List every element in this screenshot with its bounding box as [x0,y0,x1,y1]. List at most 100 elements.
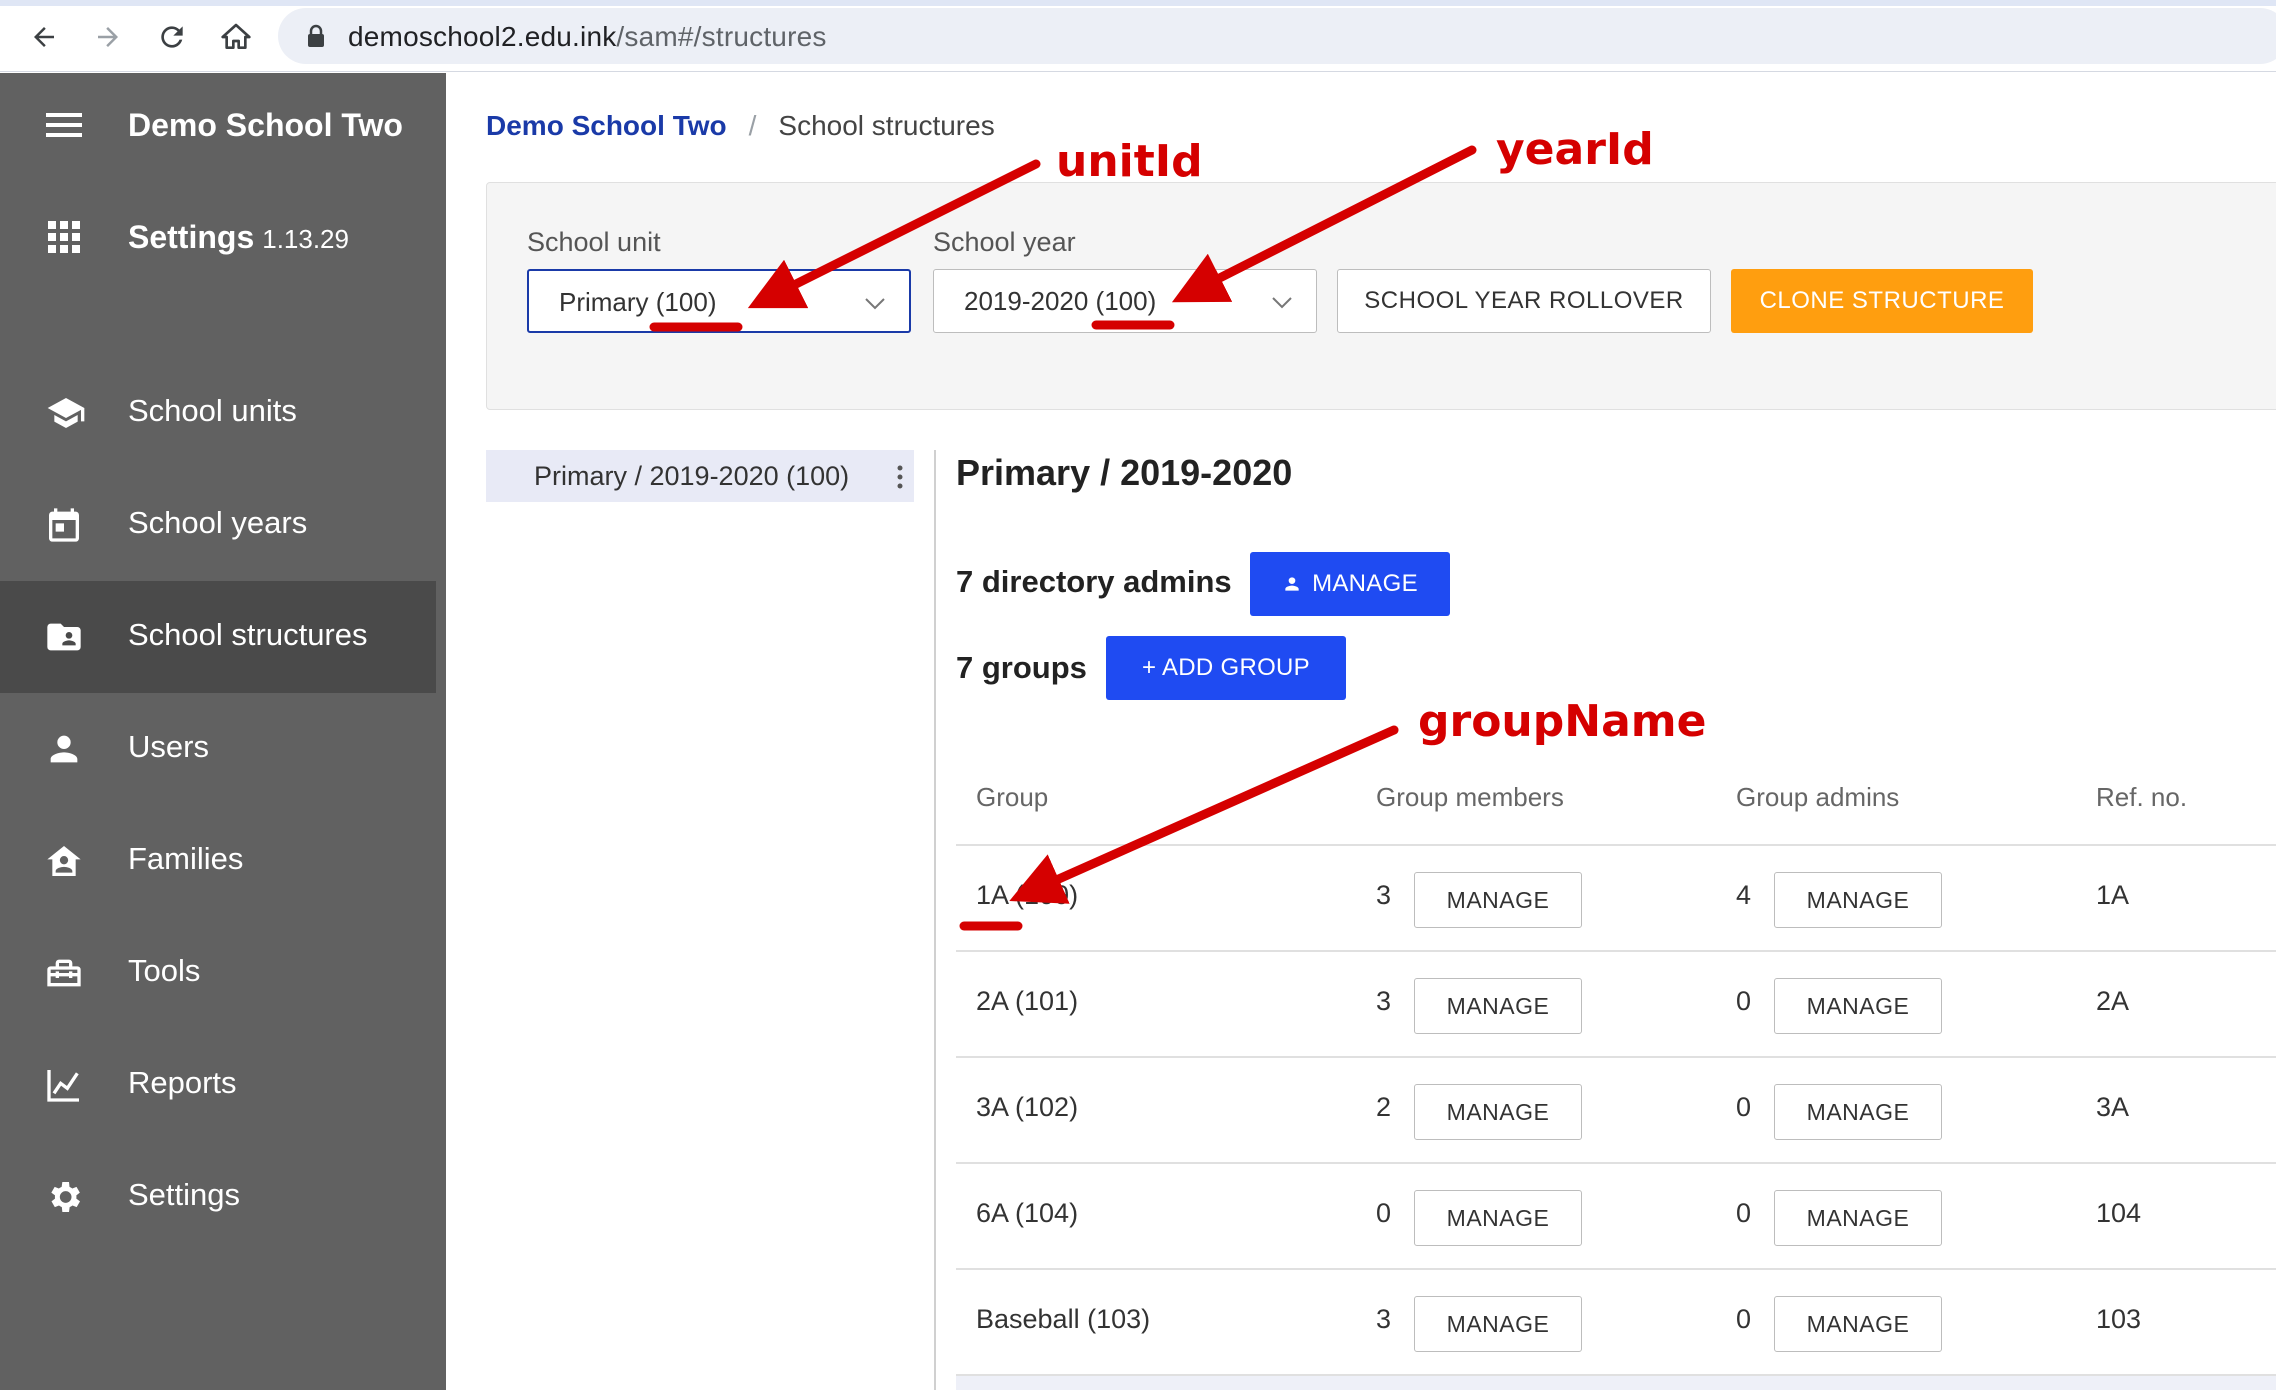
school-year-label: School year [933,227,1076,257]
group-name-cell[interactable]: 1A (100) [976,880,1078,911]
sidebar-item-label: School years [128,505,308,540]
structure-tree-label: Primary / 2019-2020 (100) [534,461,850,491]
add-group-button-label: + ADD GROUP [1141,654,1310,681]
apps-grid-icon [44,217,84,257]
sidebar-item-school-units[interactable]: School units [0,357,436,469]
breadcrumb-home-link[interactable]: Demo School Two [486,110,727,141]
structure-title: Primary / 2019-2020 [956,452,1293,493]
manage-admins-button[interactable]: MANAGE [1774,1084,1942,1140]
toolbox-icon [44,953,84,993]
year-id-annotation: yearId [1496,124,1654,175]
address-bar[interactable]: demoschool2.edu.ink/sam#/structures [278,8,2276,64]
breadcrumb-separator: / [748,110,757,141]
ref-no-cell: 2A [2096,986,2130,1016]
sidebar-item-settings[interactable]: Settings [0,1141,436,1253]
unit-id-annotation: unitId [1056,136,1203,187]
directory-admins-count: 7 directory admins [956,564,1232,599]
url-path: /sam#/structures [616,21,827,52]
sidebar-item-label: School units [128,393,297,428]
school-unit-select[interactable]: Primary (100) [527,269,911,333]
sidebar-item-users[interactable]: Users [0,693,436,805]
forward-arrow-icon [98,27,118,47]
chart-line-icon [44,1065,84,1105]
sidebar-item-families[interactable]: Families [0,805,436,917]
manage-admins-button[interactable]: MANAGE [1774,1296,1942,1352]
family-icon [44,841,84,881]
manage-button-label: MANAGE [1312,570,1418,597]
group-name-cell[interactable]: 2A (101) [976,986,1078,1017]
column-header-ref[interactable]: Ref. no. [2096,782,2187,813]
admins-count-cell: 0 [1736,1198,1752,1228]
members-count-cell: 2 [1376,1092,1392,1122]
manage-members-button[interactable]: MANAGE [1414,1296,1582,1352]
chevron-down-icon [1270,290,1294,319]
column-header-admins[interactable]: Group admins [1736,782,1899,813]
school-cap-icon [44,393,85,433]
group-name-cell[interactable]: 6A (104) [976,1198,1078,1229]
manage-admins-button[interactable]: MANAGE [1774,1190,1942,1246]
column-header-group[interactable]: Group [976,782,1048,813]
sidebar-item-label: Users [128,729,209,764]
breadcrumb: Demo School Two / School structures [486,110,995,142]
forward-button[interactable] [86,15,130,59]
sidebar-item-label: Families [128,841,244,876]
manage-members-button[interactable]: MANAGE [1414,1084,1582,1140]
members-count-cell: 3 [1376,880,1392,910]
reload-button[interactable] [150,15,194,59]
settings-header[interactable]: Settings 1.13.29 [0,185,446,285]
manage-admins-button[interactable]: MANAGE [1774,978,1942,1034]
folder-shared-icon [44,617,84,657]
home-icon [221,23,251,49]
settings-title-text: Settings [128,219,255,255]
sidebar-item-label: Settings [128,1177,241,1212]
manage-members-button[interactable]: MANAGE [1414,978,1582,1034]
admins-count-cell: 0 [1736,986,1752,1016]
table-bottom-band [956,1376,2276,1390]
manage-members-button[interactable]: MANAGE [1414,872,1582,928]
school-year-rollover-button[interactable]: SCHOOL YEAR ROLLOVER [1337,269,1711,333]
lock-icon [306,24,326,53]
column-header-members[interactable]: Group members [1376,782,1564,813]
gear-icon [44,1177,84,1217]
sidebar-header[interactable]: Demo School Two [0,73,446,173]
school-year-select[interactable]: 2019-2020 (100) [933,269,1317,333]
sidebar-item-school-structures[interactable]: School structures [0,581,436,693]
table-row: 1A (100) 3 MANAGE 4 MANAGE 1A [956,846,2276,952]
table-row: 3A (102) 2 MANAGE 0 MANAGE 3A [956,1058,2276,1164]
breadcrumb-current: School structures [778,110,995,141]
sidebar-item-label: School structures [128,617,368,652]
url-host: demoschool2.edu.ink [348,21,617,52]
manage-admins-button[interactable]: MANAGE [1774,872,1942,928]
sidebar-item-tools[interactable]: Tools [0,917,436,1029]
hamburger-menu-icon[interactable] [44,105,84,145]
clone-structure-button[interactable]: CLONE STRUCTURE [1731,269,2033,333]
sidebar-item-label: Tools [128,953,201,988]
sidebar-item-label: Reports [128,1065,237,1100]
add-group-button[interactable]: + ADD GROUP [1106,636,1346,700]
sidebar-item-school-years[interactable]: School years [0,469,436,581]
admins-count-cell: 0 [1736,1092,1752,1122]
sidebar: Demo School Two Settings 1.13.29 School u… [0,73,446,1390]
manage-directory-admins-button[interactable]: MANAGE [1250,552,1450,616]
person-icon [1285,577,1299,591]
home-button[interactable] [214,15,258,59]
back-button[interactable] [22,15,66,59]
members-count-cell: 0 [1376,1198,1392,1228]
manage-members-button[interactable]: MANAGE [1414,1190,1582,1246]
url-text: demoschool2.edu.ink/sam#/structures [348,21,827,53]
groups-count: 7 groups [956,650,1087,685]
sidebar-item-reports[interactable]: Reports [0,1029,436,1141]
group-name-cell[interactable]: Baseball (103) [976,1304,1150,1335]
members-count-cell: 3 [1376,1304,1392,1334]
browser-top-stripe [0,0,2276,6]
back-arrow-icon [34,27,54,47]
structure-tree-item[interactable]: Primary / 2019-2020 (100) [486,450,914,502]
members-count-cell: 3 [1376,986,1392,1016]
app-root: demoschool2.edu.ink/sam#/structures Demo… [0,0,2276,1390]
admins-count-cell: 4 [1736,880,1752,910]
more-vert-icon[interactable] [894,464,906,495]
ref-no-cell: 103 [2096,1304,2142,1334]
group-name-cell[interactable]: 3A (102) [976,1092,1078,1123]
settings-title: Settings 1.13.29 [128,219,349,256]
calendar-icon [44,505,84,545]
